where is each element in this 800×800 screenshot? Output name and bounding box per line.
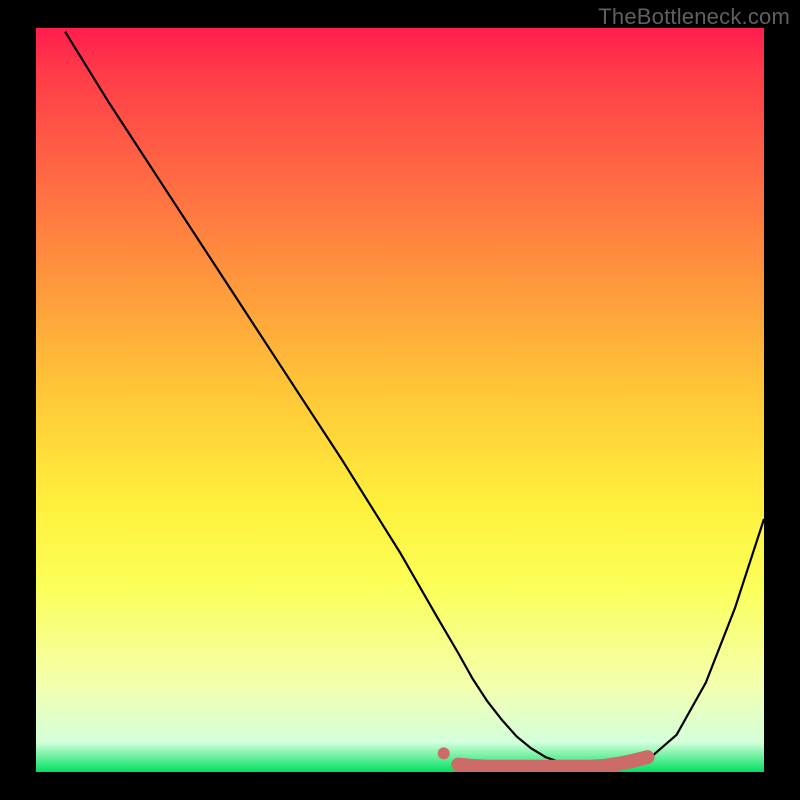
figure-root: TheBottleneck.com (0, 0, 800, 800)
watermark-text: TheBottleneck.com (598, 4, 790, 30)
curve-line (65, 32, 764, 768)
chart-svg (36, 28, 764, 772)
marker-dot (438, 747, 450, 759)
plot-area (36, 28, 764, 772)
